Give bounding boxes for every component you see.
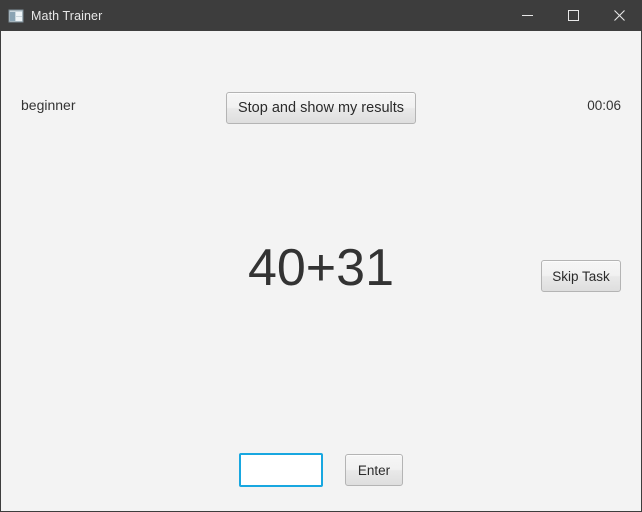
- window-controls: [504, 0, 642, 31]
- maximize-icon: [567, 10, 579, 21]
- skip-task-button[interactable]: Skip Task: [541, 260, 621, 292]
- client-area: beginner Stop and show my results 00:06 …: [1, 31, 641, 511]
- enter-button[interactable]: Enter: [345, 454, 403, 486]
- answer-row: Enter: [1, 453, 641, 487]
- window-title: Math Trainer: [31, 8, 103, 23]
- difficulty-level-label: beginner: [21, 97, 76, 113]
- math-trainer-window: Math Trainer beginner Stop and show my r…: [0, 0, 642, 512]
- elapsed-timer: 00:06: [587, 98, 621, 113]
- close-button[interactable]: [596, 0, 642, 31]
- title-bar[interactable]: Math Trainer: [0, 0, 642, 31]
- maximize-button[interactable]: [550, 0, 596, 31]
- minimize-button[interactable]: [504, 0, 550, 31]
- answer-input[interactable]: [239, 453, 323, 487]
- app-window-icon: [8, 8, 24, 24]
- stop-and-show-results-button[interactable]: Stop and show my results: [226, 92, 416, 124]
- minimize-icon: [521, 15, 533, 16]
- close-icon: [613, 10, 625, 21]
